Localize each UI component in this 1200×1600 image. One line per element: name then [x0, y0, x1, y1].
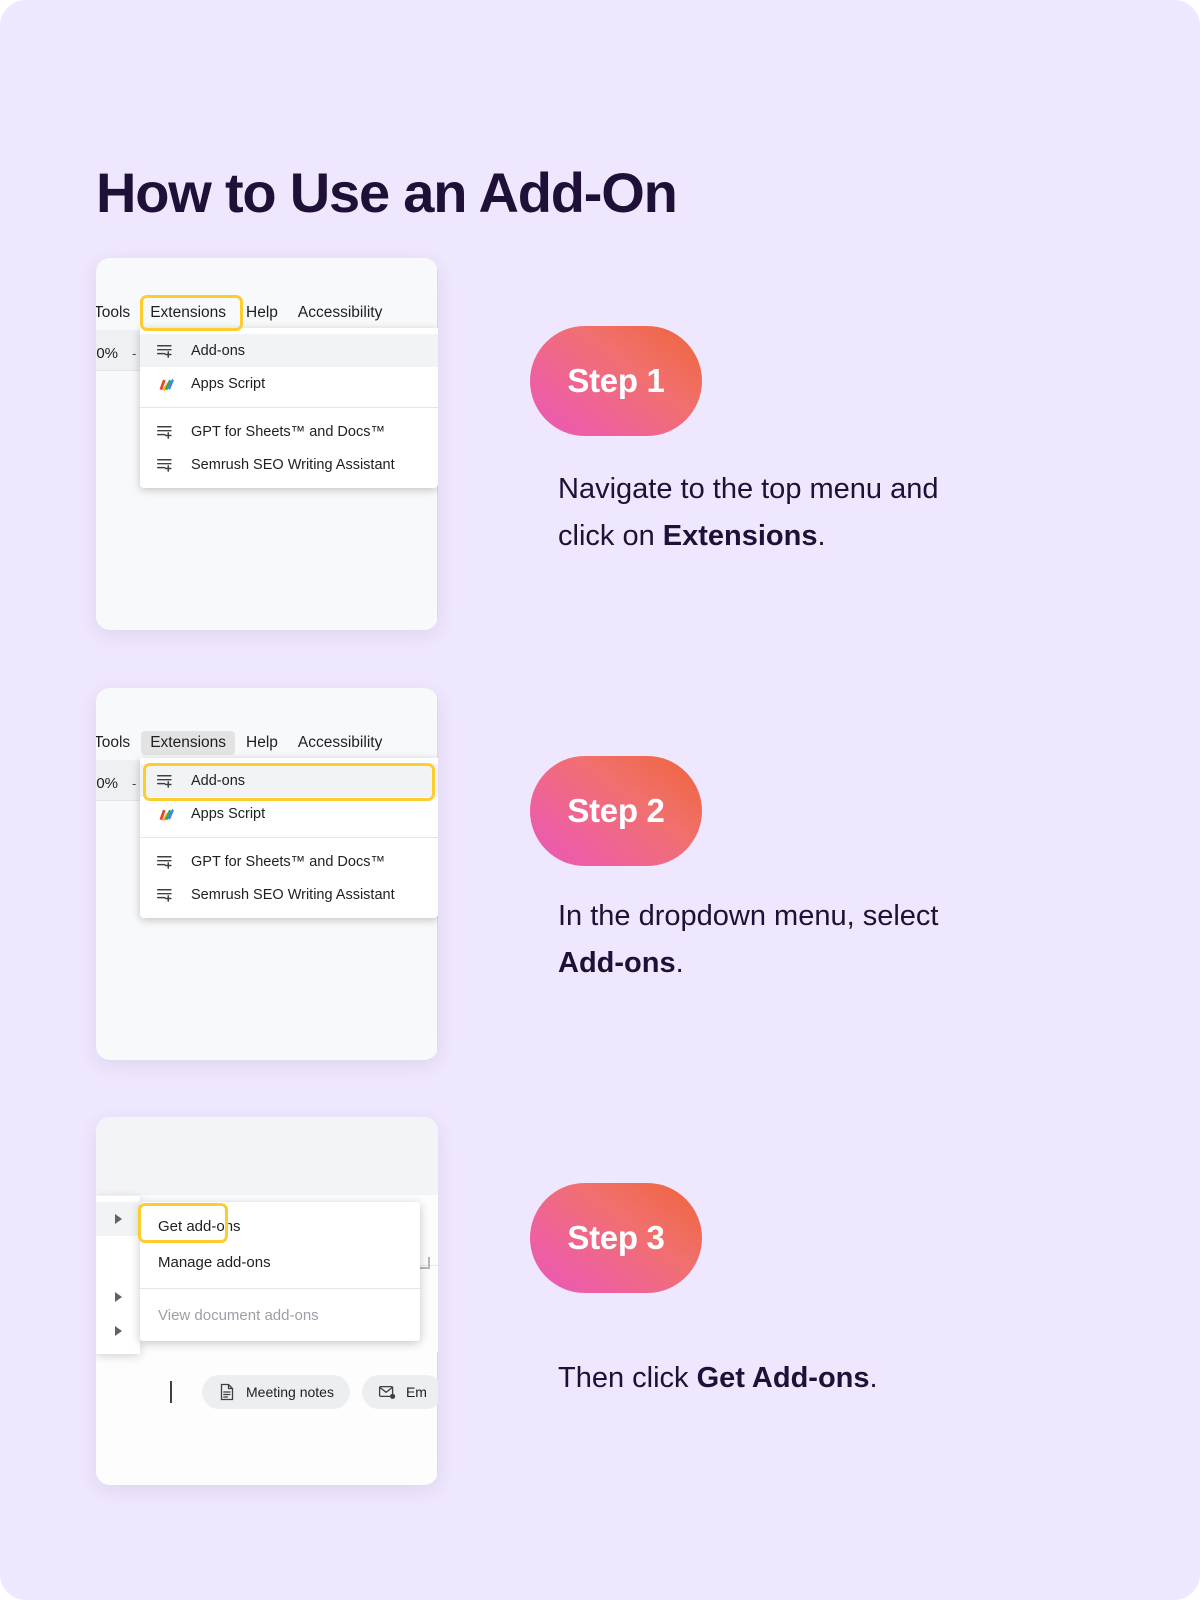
caption-text-pre: In the dropdown menu, select	[558, 900, 939, 932]
text-cursor	[170, 1381, 172, 1403]
dropdown-item-label: Semrush SEO Writing Assistant	[191, 886, 395, 903]
parent-menu-strip	[96, 1196, 140, 1354]
menubar: Tools Extensions Help Accessibility	[96, 728, 438, 758]
toolbar-strip	[96, 1117, 438, 1195]
menu-item-tools[interactable]: Tools	[96, 301, 139, 325]
addons-lines-plus-icon	[157, 425, 172, 439]
dropdown-item-label: Semrush SEO Writing Assistant	[191, 456, 395, 473]
extensions-dropdown-menu: Add-ons Apps Script GPT for Sheets™ and …	[140, 758, 438, 918]
submenu-item-get-add-ons[interactable]: Get add-ons	[140, 1208, 420, 1244]
caption-text-bold: Extensions	[662, 520, 818, 552]
menu-item-help[interactable]: Help	[237, 731, 287, 755]
dropdown-item-label: Apps Script	[191, 805, 266, 822]
dropdown-item-add-ons[interactable]: Add-ons	[140, 764, 438, 797]
dropdown-item-semrush-seo[interactable]: Semrush SEO Writing Assistant	[140, 448, 438, 481]
dropdown-item-gpt-for-sheets[interactable]: GPT for Sheets™ and Docs™	[140, 845, 438, 878]
step-pill-3: Step 3	[530, 1183, 702, 1293]
dropdown-item-apps-script[interactable]: Apps Script	[140, 367, 438, 400]
email-icon	[378, 1385, 396, 1399]
caption-text-bold: Get Add-ons	[696, 1362, 870, 1394]
caption-text-bold: Add-ons	[558, 947, 676, 979]
step-pill-2: Step 2	[530, 756, 702, 866]
menu-item-accessibility[interactable]: Accessibility	[289, 301, 391, 325]
smart-chips-row: Meeting notes Em	[96, 1369, 438, 1415]
dropdown-divider	[140, 837, 438, 838]
apps-script-icon	[159, 378, 174, 391]
step-pill-label: Step 1	[567, 362, 665, 399]
dropdown-item-label: GPT for Sheets™ and Docs™	[191, 423, 385, 440]
chip-meeting-notes[interactable]: Meeting notes	[202, 1375, 350, 1409]
chevron-right-icon	[114, 1214, 122, 1224]
chip-email[interactable]: Em	[361, 1375, 438, 1409]
menu-item-tools[interactable]: Tools	[96, 731, 139, 755]
dropdown-item-semrush-seo[interactable]: Semrush SEO Writing Assistant	[140, 878, 438, 911]
addons-lines-plus-icon	[157, 458, 172, 472]
menu-item-accessibility[interactable]: Accessibility	[289, 731, 391, 755]
submenu-item-label: View document add-ons	[158, 1306, 319, 1324]
submenu-item-view-document-add-ons: View document add-ons	[140, 1297, 420, 1333]
document-icon	[220, 1383, 234, 1401]
screenshot-card-step-2: Tools Extensions Help Accessibility 00% …	[96, 688, 438, 1060]
zoom-level-value[interactable]: 00%	[96, 345, 118, 362]
dropdown-divider	[140, 407, 438, 408]
submenu-item-manage-add-ons[interactable]: Manage add-ons	[140, 1244, 420, 1280]
caption-text-post: .	[817, 520, 826, 552]
menubar: Tools Extensions Help Accessibility	[96, 298, 438, 328]
step-pill-label: Step 3	[567, 1219, 665, 1256]
submenu-arrow-row-3[interactable]	[96, 1280, 140, 1314]
step-caption-1: Navigate to the top menu and click on Ex…	[558, 466, 988, 560]
step-caption-2: In the dropdown menu, select Add-ons.	[558, 893, 988, 987]
step-caption-3: Then click Get Add-ons.	[558, 1355, 988, 1402]
addons-lines-plus-icon	[157, 855, 172, 869]
step-pill-label: Step 2	[567, 792, 665, 829]
addons-lines-plus-icon	[157, 888, 172, 902]
chip-label: Em	[405, 1384, 427, 1400]
chevron-right-icon	[114, 1326, 122, 1336]
infographic-page: How to Use an Add-On Tools Extensions He…	[0, 0, 1200, 1600]
separator-dash: -	[132, 345, 137, 361]
dropdown-item-label: GPT for Sheets™ and Docs™	[191, 853, 385, 870]
screenshot-card-step-3: ) Get add-ons Manage add-on	[96, 1117, 438, 1485]
caption-text-post: .	[869, 1362, 878, 1394]
chevron-right-icon	[114, 1292, 122, 1302]
dropdown-item-apps-script[interactable]: Apps Script	[140, 797, 438, 830]
extensions-dropdown-menu: Add-ons Apps Script GPT for Sheets™ and …	[140, 328, 438, 488]
addons-lines-plus-icon	[157, 344, 172, 358]
submenu-arrow-row-1[interactable]	[96, 1202, 140, 1236]
menu-item-extensions[interactable]: Extensions	[141, 731, 236, 755]
submenu-arrow-row-2[interactable]	[96, 1236, 140, 1280]
screenshot-card-step-1: Tools Extensions Help Accessibility 00% …	[96, 258, 438, 630]
submenu-item-label: Manage add-ons	[158, 1253, 271, 1271]
submenu-divider	[140, 1288, 420, 1289]
addons-lines-plus-icon	[157, 774, 172, 788]
dropdown-item-label: Add-ons	[191, 772, 246, 789]
chip-label: Meeting notes	[246, 1384, 334, 1400]
caption-text-post: .	[675, 947, 684, 979]
menu-item-help[interactable]: Help	[237, 301, 287, 325]
zoom-level-value[interactable]: 00%	[96, 775, 118, 792]
separator-dash: -	[132, 775, 137, 791]
menu-item-extensions[interactable]: Extensions	[141, 301, 235, 325]
submenu-arrow-row-4[interactable]	[96, 1314, 140, 1348]
dropdown-item-gpt-for-sheets[interactable]: GPT for Sheets™ and Docs™	[140, 415, 438, 448]
addons-submenu: Get add-ons Manage add-ons View document…	[140, 1202, 420, 1341]
apps-script-icon	[159, 808, 174, 821]
page-title: How to Use an Add-On	[96, 160, 678, 224]
dropdown-item-label: Add-ons	[191, 342, 246, 359]
submenu-item-label: Get add-ons	[158, 1217, 241, 1235]
step-pill-1: Step 1	[530, 326, 702, 436]
dropdown-item-label: Apps Script	[191, 375, 266, 392]
dropdown-item-add-ons[interactable]: Add-ons	[140, 334, 438, 367]
caption-text-pre: Then click	[558, 1362, 697, 1394]
